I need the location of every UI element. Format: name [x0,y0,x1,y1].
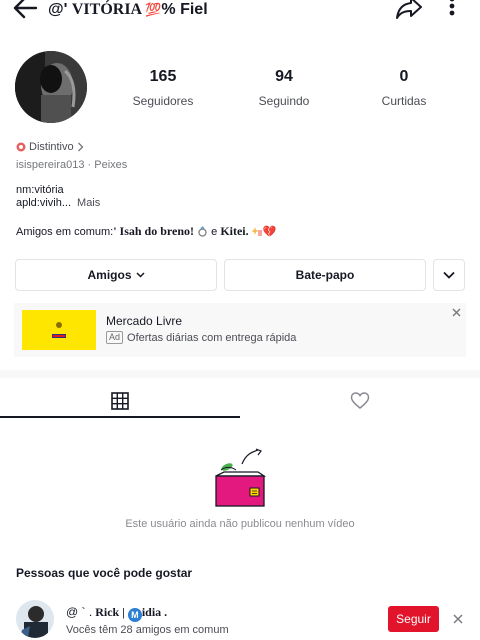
badge-icon [16,142,26,152]
chat-button-label: Bate-papo [295,268,355,282]
title-prefix: @' [48,1,72,18]
empty-state-text: Este usuário ainda não publicou nenhum v… [125,518,355,530]
share-button[interactable] [394,0,424,22]
mutual-heart-emoji: 💔 [262,226,277,238]
suggestion-mutual-count: Vocês têm 28 amigos em comum [66,624,229,636]
bio-more-link[interactable]: Mais [77,197,100,209]
suggestions-title: Pessoas que você pode gostar [16,566,193,580]
following-label: Seguindo [258,94,310,108]
top-bar: @' VITÓRIA 💯% Fiel [0,0,480,24]
title-name: VITÓRIA [71,1,146,18]
ad-title: Mercado Livre [106,314,183,328]
stat-followers[interactable]: 165 Seguidores [113,68,213,108]
likes-label: Curtidas [381,94,427,108]
expand-suggestions-button[interactable] [433,259,465,291]
bio-line-2-text: apld:vivih... [16,197,72,209]
badge-label: Distintivo [29,141,74,153]
ad-close-button[interactable] [450,306,464,320]
zodiac-sign: Peixes [94,159,128,171]
suggestion-name[interactable]: @ ` . Rick | Midia . [66,605,167,622]
follow-button[interactable]: Seguir [388,606,439,632]
close-icon [452,308,461,317]
ad-subtitle: Ofertas diárias com entrega rápida [127,331,297,344]
grid-icon [111,392,129,410]
ring-icon [198,226,207,237]
back-button[interactable] [10,0,42,24]
suggestion-name-prefix: @ ` . [66,605,93,619]
ad-subtitle-row: Ad Ofertas diárias com entrega rápida [106,331,296,344]
mutual-friend-1: ' Isah do breno! [113,224,195,238]
username-line: isispereira013 · Peixes [16,159,127,171]
suggestion-name-main: Rick | [92,605,128,619]
close-icon [453,614,463,624]
ad-banner[interactable]: Mercado Livre Ad Ofertas diárias com ent… [14,303,466,357]
empty-box-illustration [212,448,268,510]
mutual-friend-2: Kitei. [220,224,249,238]
following-count: 94 [275,68,293,85]
tab-liked[interactable] [240,381,480,418]
title-emoji: 💯 [145,2,162,17]
badge-link[interactable]: Distintivo [16,141,84,153]
bio-line-1: nm:vitória [16,184,64,196]
friends-button[interactable]: Amigos [15,259,217,291]
stat-likes[interactable]: 0 Curtidas [354,68,454,108]
sparkle-icon [251,227,262,236]
chevron-down-icon [443,271,455,279]
tab-videos[interactable] [0,381,240,418]
section-divider [0,370,480,378]
username: isispereira013 [16,159,85,171]
suggestion-avatar[interactable] [16,600,54,638]
heart-outline-icon [350,392,370,409]
mutual-friends[interactable]: Amigos em comum:' Isah do breno! e Kitei… [16,224,276,239]
chevron-right-icon [77,142,84,152]
profile-avatar[interactable] [15,51,87,123]
title-suffix: % Fiel [161,1,208,18]
ad-tag: Ad [106,331,124,344]
followers-label: Seguidores [132,94,194,108]
bio-line-2: apld:vivih... Mais [16,197,100,209]
arrow-left-icon [13,0,38,19]
more-options-button[interactable] [440,0,464,22]
handshake-logo [52,322,66,338]
share-icon [396,0,422,19]
mutual-separator: e [208,226,221,238]
chevron-down-icon [135,272,145,278]
chat-button[interactable]: Bate-papo [224,259,426,291]
likes-count: 0 [399,68,409,85]
stat-following[interactable]: 94 Seguindo [234,68,334,108]
mercado-livre-logo [22,310,96,350]
open-box-icon [215,448,267,507]
avatar-photo [16,600,54,638]
avatar-photo [15,51,87,123]
m-circle-icon: M [127,608,142,622]
page-title: @' VITÓRIA 💯% Fiel [48,1,208,19]
more-vertical-icon [449,0,455,16]
followers-count: 165 [149,68,177,85]
friends-button-label: Amigos [87,268,132,282]
dismiss-suggestion-button[interactable] [452,613,464,625]
mutual-prefix: Amigos em comum: [16,226,114,238]
suggestion-name-rest: idia . [141,605,168,619]
